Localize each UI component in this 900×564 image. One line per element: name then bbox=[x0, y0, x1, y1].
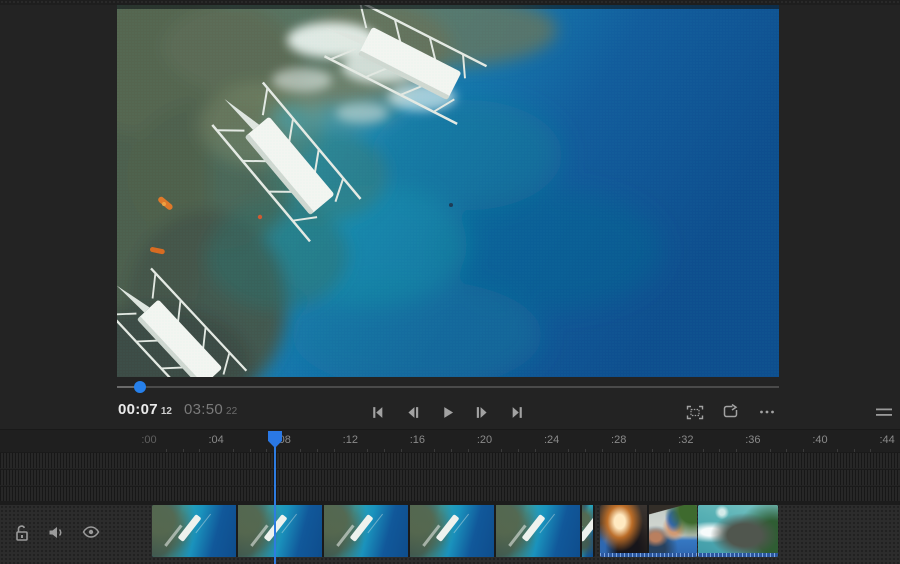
ruler-label-16: :16 bbox=[410, 434, 425, 446]
skip-to-start-button[interactable] bbox=[363, 398, 391, 426]
eye-icon bbox=[82, 526, 100, 538]
aerial-sea-scene bbox=[117, 5, 779, 377]
video-preview bbox=[117, 5, 779, 377]
clip-audio-strip bbox=[698, 553, 778, 557]
track-lock-button[interactable] bbox=[9, 519, 35, 545]
track-controls bbox=[0, 505, 150, 564]
panel-menu-icon bbox=[876, 408, 892, 417]
clip-thumbnail-people-indoor bbox=[600, 505, 647, 557]
more-options-icon bbox=[759, 409, 775, 415]
ruler-label-44: :44 bbox=[879, 434, 894, 446]
clip-thumbnail-water bbox=[324, 505, 408, 557]
clip-thumbnail-water bbox=[152, 505, 236, 557]
loop-icon bbox=[723, 404, 740, 420]
play-button[interactable] bbox=[433, 398, 461, 426]
previous-frame-icon bbox=[405, 405, 420, 420]
ruler-label-32: :32 bbox=[678, 434, 693, 446]
duration-frames: 22 bbox=[226, 406, 237, 417]
ruler-label-00: :00 bbox=[141, 434, 156, 446]
skip-to-end-icon bbox=[510, 405, 525, 420]
clip-aerial-water[interactable] bbox=[152, 505, 595, 557]
panel-menu-button[interactable] bbox=[870, 398, 898, 426]
more-options-button[interactable] bbox=[753, 398, 781, 426]
clip-thumbnail-people-selfie bbox=[649, 505, 697, 557]
play-icon bbox=[440, 405, 455, 420]
ruler-label-04: :04 bbox=[208, 434, 223, 446]
current-time: 00:07 bbox=[118, 401, 158, 418]
clip-audio-strip bbox=[600, 553, 697, 557]
previous-frame-button[interactable] bbox=[398, 398, 426, 426]
unlock-icon bbox=[15, 524, 29, 541]
skip-to-end-button[interactable] bbox=[503, 398, 531, 426]
clip-thumbnail-water bbox=[410, 505, 494, 557]
duration-time: 03:50 bbox=[184, 401, 223, 418]
clip-thumbnail-water bbox=[582, 505, 593, 557]
timecode-display: 00:0712 03:5022 bbox=[118, 401, 237, 419]
current-frames: 12 bbox=[161, 406, 172, 417]
video-editor-app: 00:0712 03:5022 bbox=[0, 0, 900, 564]
speaker-icon bbox=[48, 525, 65, 540]
timeline-lane-1 bbox=[0, 452, 900, 468]
ruler-label-28: :28 bbox=[611, 434, 626, 446]
next-frame-icon bbox=[475, 405, 490, 420]
ruler-label-40: :40 bbox=[812, 434, 827, 446]
clip-people[interactable] bbox=[600, 505, 697, 557]
scrubber-track[interactable] bbox=[117, 386, 779, 388]
ruler-label-24: :24 bbox=[544, 434, 559, 446]
timeline-ruler[interactable]: :00:04:08:12:16:20:24:28:32:36:40:44 bbox=[0, 430, 900, 452]
loop-button[interactable] bbox=[717, 398, 745, 426]
scrubber-handle[interactable] bbox=[134, 381, 146, 393]
ruler-label-20: :20 bbox=[477, 434, 492, 446]
clip-thumbnail-water bbox=[238, 505, 322, 557]
ruler-label-12: :12 bbox=[343, 434, 358, 446]
ruler-label-36: :36 bbox=[745, 434, 760, 446]
fullscreen-icon bbox=[686, 405, 704, 420]
next-frame-button[interactable] bbox=[468, 398, 496, 426]
clip-thumbnail-island bbox=[698, 505, 778, 557]
preview-scrubber[interactable] bbox=[117, 378, 779, 396]
clip-island[interactable] bbox=[698, 505, 778, 557]
clip-thumbnail-water bbox=[496, 505, 580, 557]
timeline-lane-2 bbox=[0, 469, 900, 485]
track-visibility-button[interactable] bbox=[78, 519, 104, 545]
fullscreen-button[interactable] bbox=[681, 398, 709, 426]
track-audio-button[interactable] bbox=[43, 519, 69, 545]
skip-to-start-icon bbox=[370, 405, 385, 420]
timeline-lane-3 bbox=[0, 486, 900, 502]
